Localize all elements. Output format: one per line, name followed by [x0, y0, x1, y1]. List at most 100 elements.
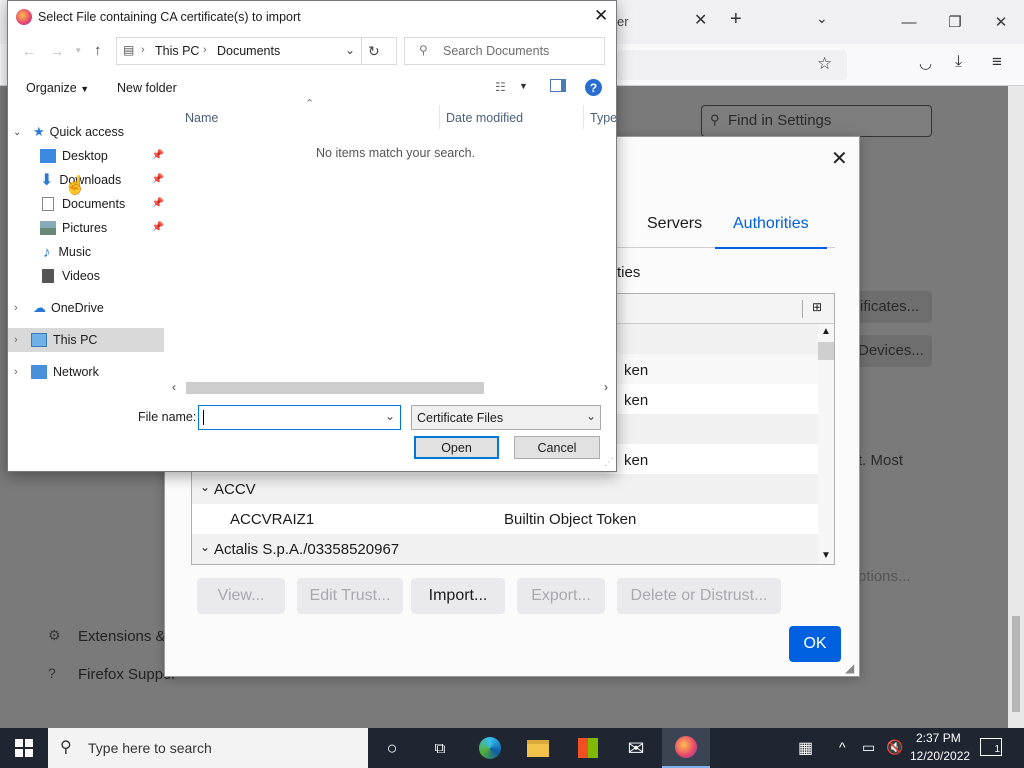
- export-button[interactable]: Export...: [517, 578, 605, 614]
- news-icon[interactable]: ▦: [798, 738, 813, 758]
- puzzle-icon: ⚙: [48, 627, 61, 643]
- tab-authorities[interactable]: Authorities: [715, 209, 827, 249]
- notifications-icon[interactable]: 1: [980, 738, 1002, 756]
- nav-quick-access[interactable]: ⌄ ★ Quick access: [8, 120, 164, 144]
- firefox-taskbar-icon[interactable]: [662, 728, 710, 768]
- taskbar-search-box[interactable]: ⚲ Type here to search: [48, 728, 368, 768]
- preview-pane-icon[interactable]: [550, 79, 566, 92]
- download-icon[interactable]: ⤓: [955, 53, 962, 71]
- maximize-icon[interactable]: ❐: [932, 0, 978, 44]
- clock-date[interactable]: 12/20/2022: [910, 749, 970, 763]
- menu-icon[interactable]: ≡: [992, 52, 1002, 72]
- chevron-down-icon[interactable]: ⌄: [345, 43, 355, 57]
- close-tab-icon[interactable]: ✕: [694, 10, 707, 30]
- nav-onedrive[interactable]: › ☁ OneDrive: [8, 296, 164, 320]
- scroll-up-icon[interactable]: ▲: [821, 326, 831, 337]
- minimize-icon[interactable]: —: [886, 0, 932, 44]
- help-icon[interactable]: ?: [585, 79, 602, 96]
- close-window-icon[interactable]: ✕: [978, 0, 1024, 44]
- windows-start-icon[interactable]: [0, 728, 48, 768]
- mail-icon[interactable]: ✉: [612, 728, 660, 768]
- nav-videos[interactable]: Videos: [8, 264, 164, 288]
- volume-muted-icon[interactable]: 🔇: [886, 739, 903, 756]
- nav-music[interactable]: ♪ Music: [8, 240, 164, 264]
- recent-chevron-icon[interactable]: ▾: [76, 45, 81, 56]
- search-documents-input[interactable]: ⚲ Search Documents: [404, 37, 605, 65]
- scroll-left-icon[interactable]: ‹: [172, 380, 176, 394]
- ok-button[interactable]: OK: [789, 626, 841, 662]
- tree-scrollbar[interactable]: ▲ ▼: [818, 324, 834, 564]
- file-name-input[interactable]: ⌄: [198, 405, 401, 430]
- task-view-icon[interactable]: ⧉: [416, 728, 464, 768]
- tree-row-accvraiz1[interactable]: ACCVRAIZ1 Builtin Object Token: [192, 504, 818, 534]
- chevron-down-icon[interactable]: ⌄: [385, 409, 395, 423]
- nav-network[interactable]: › Network: [8, 360, 164, 384]
- pin-icon[interactable]: 📌: [152, 222, 164, 233]
- close-icon[interactable]: ✕: [594, 6, 608, 26]
- pocket-icon[interactable]: ◡: [919, 54, 932, 72]
- organize-button[interactable]: Organize ▼: [26, 81, 89, 95]
- nav-desktop[interactable]: Desktop 📌: [8, 144, 164, 168]
- column-picker-icon[interactable]: ⊞: [812, 300, 822, 314]
- file-type-select[interactable]: Certificate Files ⌄: [411, 405, 601, 430]
- new-folder-button[interactable]: New folder: [117, 81, 177, 95]
- find-in-settings-input[interactable]: ⚲ Find in Settings: [701, 105, 932, 137]
- resize-grip-icon[interactable]: ⋰: [604, 457, 614, 468]
- pin-icon[interactable]: 📌: [152, 150, 164, 161]
- tree-row-accv[interactable]: ⌄ ACCV: [192, 474, 818, 504]
- store-icon[interactable]: [564, 728, 612, 768]
- column-type[interactable]: Type: [590, 111, 617, 125]
- column-name[interactable]: Name: [185, 111, 218, 125]
- open-button[interactable]: Open: [414, 436, 499, 459]
- clock-time[interactable]: 2:37 PM: [916, 731, 961, 745]
- address-bar[interactable]: ▤ › This PC › Documents ⌄: [116, 37, 397, 65]
- star-icon[interactable]: ☆: [817, 54, 832, 74]
- new-tab-icon[interactable]: +: [730, 8, 742, 31]
- scroll-thumb[interactable]: [1012, 616, 1020, 712]
- resize-grip-icon[interactable]: ◢: [845, 661, 854, 675]
- chevron-down-icon[interactable]: ▼: [519, 81, 528, 91]
- cancel-button[interactable]: Cancel: [514, 436, 600, 459]
- file-list[interactable]: ⌃ Name Date modified Type No items match…: [166, 98, 617, 381]
- scroll-down-icon[interactable]: ▼: [821, 550, 831, 561]
- page-scrollbar[interactable]: [1008, 86, 1024, 728]
- url-bar[interactable]: [617, 50, 847, 80]
- pin-icon[interactable]: 📌: [152, 174, 164, 185]
- breadcrumb-documents[interactable]: Documents: [217, 44, 280, 58]
- edge-icon[interactable]: [466, 728, 514, 768]
- close-icon[interactable]: ✕: [831, 146, 848, 171]
- scroll-right-icon[interactable]: ›: [604, 380, 608, 394]
- column-date-modified[interactable]: Date modified: [446, 111, 523, 125]
- up-arrow-icon[interactable]: ↑: [94, 42, 102, 59]
- nav-label: Desktop: [62, 149, 108, 163]
- file-explorer-icon[interactable]: [514, 728, 562, 768]
- cortana-icon[interactable]: ○: [368, 728, 416, 768]
- nav-label: This PC: [53, 333, 98, 347]
- network-status-icon[interactable]: ▭: [862, 739, 875, 756]
- import-button[interactable]: Import...: [411, 578, 505, 614]
- chevron-down-icon[interactable]: ⌄: [200, 480, 210, 494]
- refresh-icon[interactable]: ↻: [368, 43, 380, 60]
- edit-trust-button[interactable]: Edit Trust...: [297, 578, 403, 614]
- view-certificates-label: ificates...: [860, 298, 920, 315]
- pin-icon[interactable]: 📌: [152, 198, 164, 209]
- breadcrumb-this-pc[interactable]: This PC: [155, 44, 199, 58]
- tab-servers[interactable]: Servers: [629, 209, 720, 249]
- nav-pictures[interactable]: Pictures 📌: [8, 216, 164, 240]
- view-button[interactable]: View...: [197, 578, 285, 614]
- tree-scroll-thumb[interactable]: [818, 342, 834, 360]
- tree-row-actalis[interactable]: ⌄ Actalis S.p.A./03358520967: [192, 534, 818, 564]
- view-options-icon[interactable]: ☷: [495, 80, 506, 94]
- back-arrow-icon[interactable]: ←: [22, 43, 36, 59]
- forward-arrow-icon[interactable]: →: [50, 43, 64, 59]
- h-scroll-thumb[interactable]: [186, 382, 484, 394]
- organize-label: Organize: [26, 81, 77, 95]
- chevron-down-icon[interactable]: ⌄: [816, 10, 828, 27]
- chevron-down-icon[interactable]: ⌄: [200, 540, 210, 554]
- nav-this-pc[interactable]: › This PC: [8, 328, 164, 352]
- delete-distrust-button[interactable]: Delete or Distrust...: [617, 578, 781, 614]
- sidebar-support[interactable]: Firefox Suppor: [78, 666, 176, 683]
- chevron-up-icon[interactable]: ^: [839, 739, 846, 755]
- videos-icon: [42, 269, 54, 283]
- horizontal-scrollbar[interactable]: ‹ ›: [168, 379, 616, 396]
